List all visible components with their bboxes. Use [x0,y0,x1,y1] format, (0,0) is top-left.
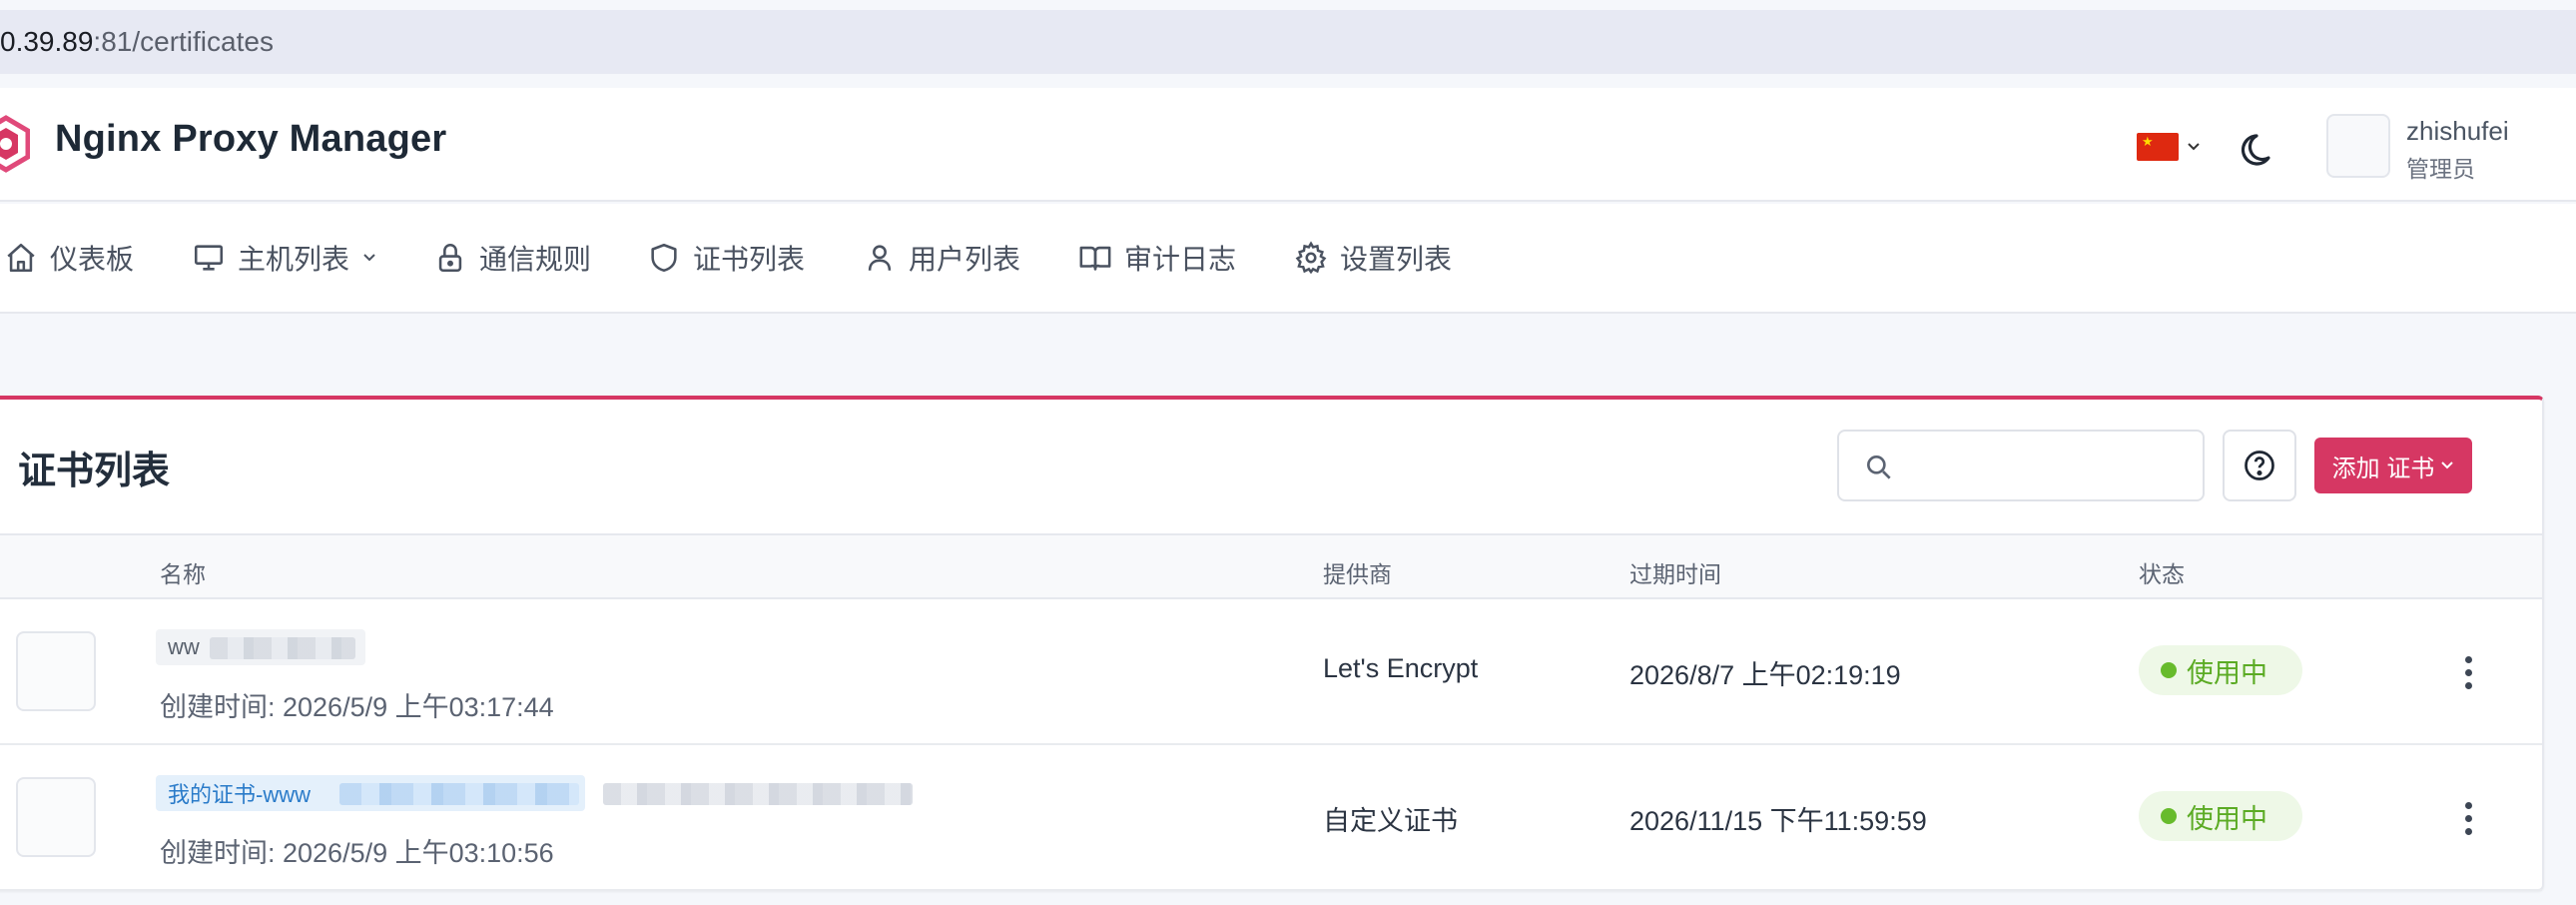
moon-icon[interactable] [2237,126,2280,170]
status-label: 使用中 [2187,657,2267,688]
avatar[interactable] [2326,114,2390,178]
certificate-icon [16,631,96,711]
app-header: Nginx Proxy Manager ★ zhishufei 管理员 [0,88,2576,202]
created-time: 创建时间: 2026/5/9 上午03:10:56 [160,838,554,868]
status-label: 使用中 [2187,803,2267,834]
nav-item-certificates[interactable]: 证书列表 [647,238,805,278]
chevron-down-icon [2441,461,2454,469]
nav-item-hosts[interactable]: 主机列表 [192,238,377,278]
row-actions-button[interactable] [2456,647,2480,697]
chevron-down-icon [2188,143,2200,151]
dots-vertical-icon [2464,655,2472,663]
lock-icon [438,244,462,273]
status-badge: 使用中 [2139,645,2302,695]
search-box[interactable] [1837,430,2205,501]
redacted-domain [210,637,355,659]
table-row[interactable]: ww 创建时间: 2026/5/9 上午03:17:44 Let's Encry… [0,599,2542,745]
table-row[interactable]: 我的证书-www 创建时间: 2026/5/9 上午03:10:56 自定义证书… [0,745,2542,891]
nav-item-label: 证书列表 [693,244,806,275]
nav-item-label: 通信规则 [479,244,592,275]
home-icon [7,243,35,273]
expires-time: 2026/8/7 上午02:19:19 [1629,660,1901,690]
certificate-domain: ww [168,634,200,659]
address-bar[interactable]: 0.39.89:81/certificates [0,10,2576,74]
nav-item-label: 主机列表 [238,244,350,275]
nav-item-label: 审计日志 [1124,244,1237,275]
status-badge: 使用中 [2139,791,2302,841]
app-title[interactable]: Nginx Proxy Manager [55,118,446,161]
chevron-down-icon [363,254,375,262]
provider: 自定义证书 [1323,806,1458,836]
certificate-icon [16,777,96,857]
language-selector[interactable]: ★ [2137,132,2201,162]
column-header-expires[interactable]: 过期时间 [1629,555,1721,589]
created-time: 创建时间: 2026/5/9 上午03:17:44 [160,692,554,722]
help-button[interactable] [2223,430,2296,501]
monitor-icon [194,245,224,271]
book-icon [1079,246,1111,271]
search-icon [1867,455,1891,479]
app-logo-icon[interactable] [0,114,30,174]
redacted-domain [339,783,579,805]
certificate-domain: 我的证书-www [168,782,311,807]
status-dot-icon [2161,808,2177,824]
url-path: :81/certificates [93,26,274,57]
status-dot-icon [2161,662,2177,678]
nav-item-label: 仪表板 [50,244,135,275]
main-nav: 仪表板 主机列表 通信规则 证书列表 用户列表 审计日志 设置列表 [0,204,2576,314]
provider: Let's Encrypt [1323,653,1479,683]
nav-item-dashboard[interactable]: 仪表板 [4,238,134,278]
dots-vertical-icon [2464,801,2472,809]
nav-item-label: 设置列表 [1340,244,1453,275]
shield-icon [651,243,677,273]
nav-item-audit-log[interactable]: 审计日志 [1078,238,1236,278]
search-input[interactable] [1909,442,2189,489]
table-header: 名称 提供商 过期时间 状态 [0,533,2542,599]
nav-item-settings[interactable]: 设置列表 [1294,238,1452,278]
cn-flag-icon: ★ [2137,133,2179,161]
user-name[interactable]: zhishufei [2406,116,2509,147]
user-role: 管理员 [2406,156,2475,182]
redacted-domain [603,783,913,805]
column-header-status[interactable]: 状态 [2139,555,2185,589]
nav-item-users[interactable]: 用户列表 [863,238,1020,278]
add-certificate-button[interactable]: 添加 证书 [2314,438,2472,493]
row-actions-button[interactable] [2456,793,2480,843]
certificates-card: 证书列表 添加 证书 名称 提供商 过期时间 状态 ww 创建时间: 2026/… [0,396,2544,891]
help-icon [2245,451,2274,480]
expires-time: 2026/11/15 下午11:59:59 [1629,806,1927,836]
add-certificate-label: 添加 证书 [2331,454,2435,482]
page-title: 证书列表 [18,451,171,492]
nav-item-access[interactable]: 通信规则 [433,238,591,278]
url-host: 0.39.89 [0,26,94,57]
user-icon [868,245,892,271]
nav-item-label: 用户列表 [909,244,1021,275]
gear-icon [1295,241,1327,275]
column-header-name[interactable]: 名称 [160,555,206,589]
column-header-provider[interactable]: 提供商 [1323,555,1392,589]
